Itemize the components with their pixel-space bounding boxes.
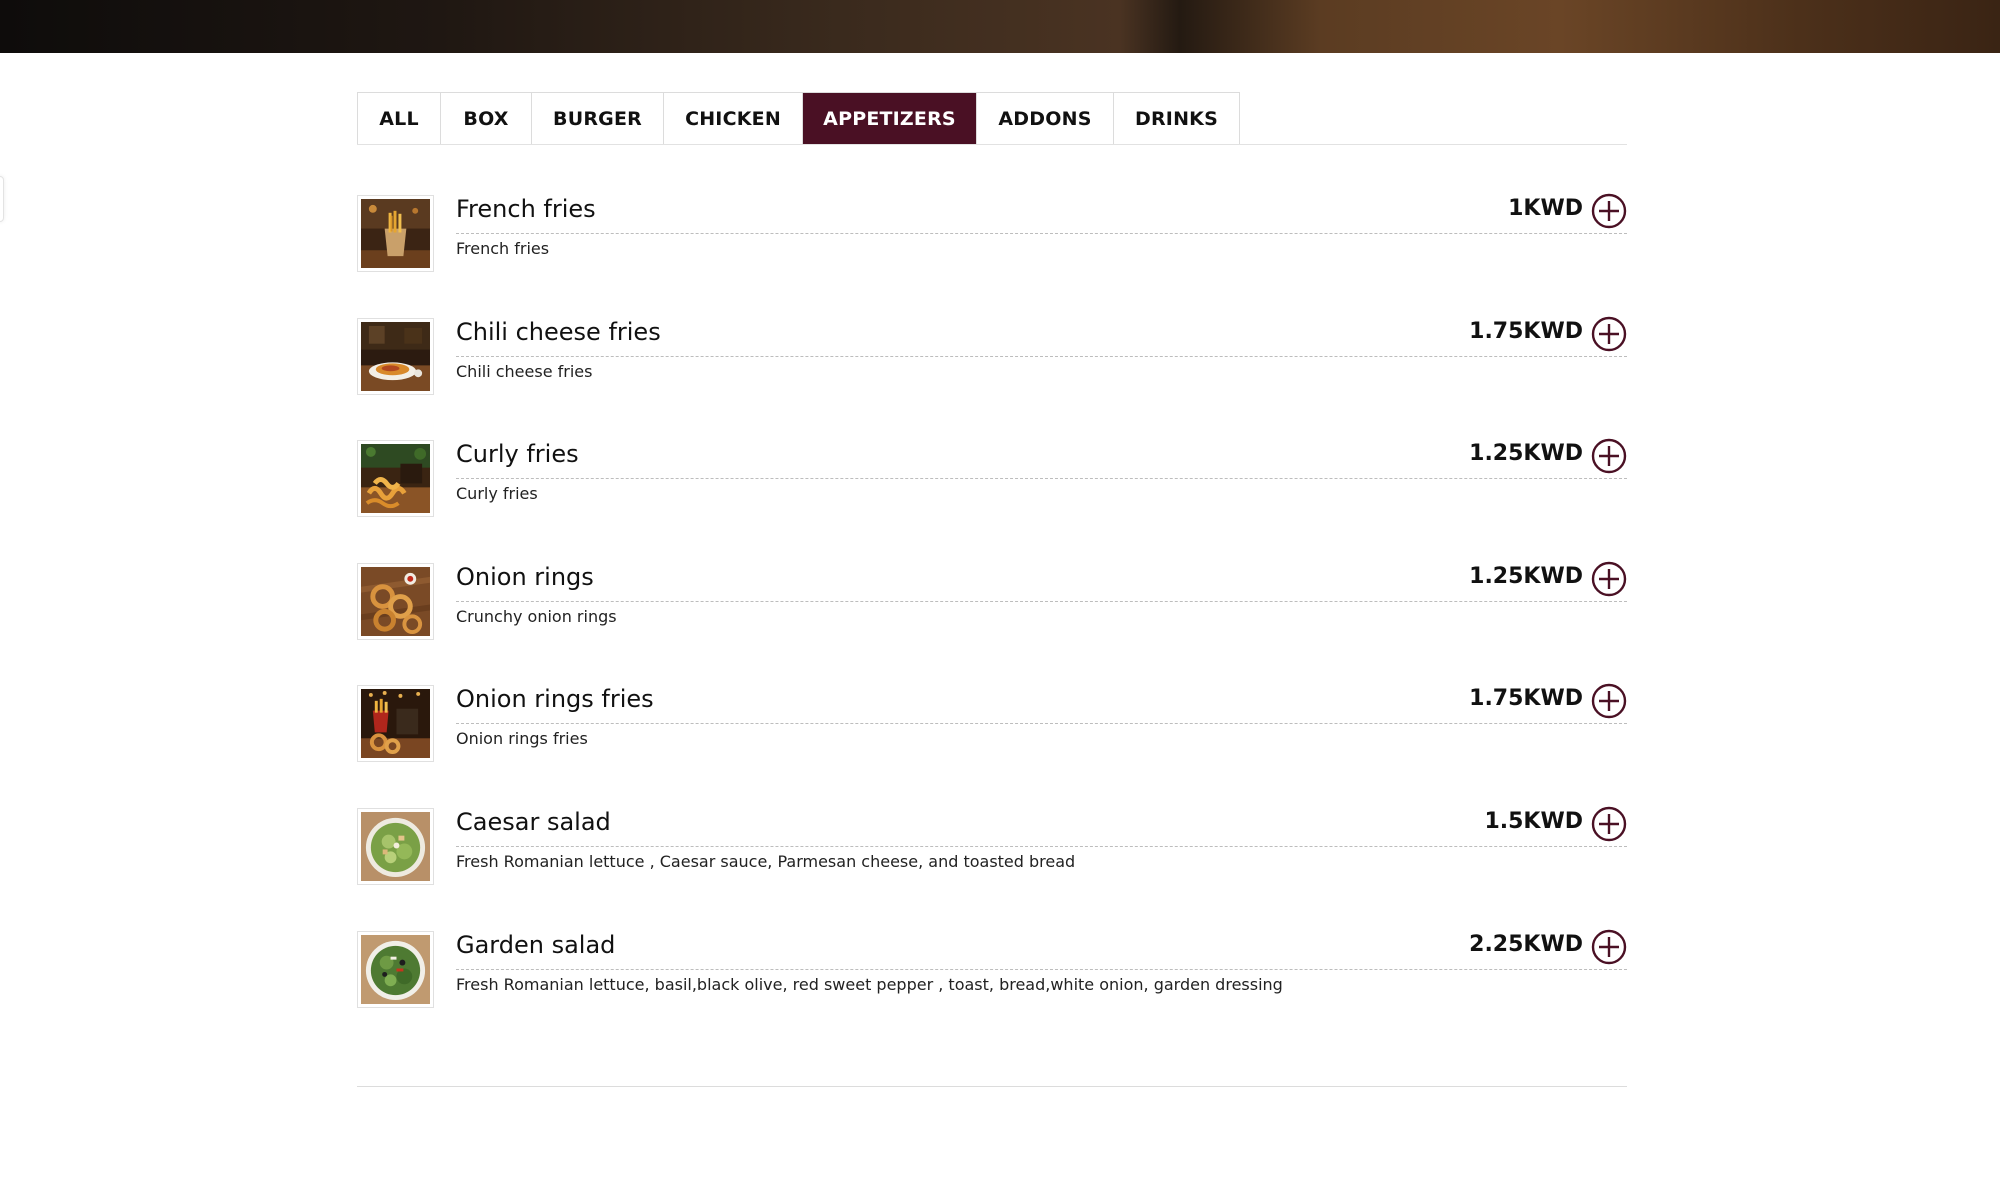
menu-item: Garden salad 2.25KWD Fresh Romanian lett… — [357, 929, 1627, 1052]
list-footer-divider — [357, 1086, 1627, 1087]
item-header: French fries 1KWD — [456, 193, 1627, 234]
item-price: 1.5KWD — [1484, 808, 1583, 834]
item-description: Fresh Romanian lettuce, basil,black oliv… — [456, 974, 1283, 994]
curly-fries-photo — [361, 444, 430, 514]
item-name: Curly fries — [456, 440, 579, 469]
tab-all[interactable]: ALL — [358, 93, 441, 144]
chili-cheese-fries-photo — [361, 321, 430, 391]
item-price: 1.75KWD — [1469, 686, 1583, 712]
tab-chicken[interactable]: CHICKEN — [664, 93, 803, 144]
add-to-cart-icon[interactable] — [1591, 316, 1627, 352]
item-name: Garden salad — [456, 930, 616, 959]
item-price: 1.25KWD — [1469, 563, 1583, 589]
item-thumbnail[interactable] — [357, 562, 434, 640]
menu-item: Onion rings 1.25KWD Crunchy onion rings — [357, 561, 1627, 684]
item-description: Fresh Romanian lettuce , Caesar sauce, P… — [456, 851, 1076, 871]
category-tabs: ALL BOX BURGER CHICKEN APPETIZERS ADDONS… — [357, 92, 1240, 145]
item-thumbnail[interactable] — [357, 195, 434, 272]
tab-drinks[interactable]: DRINKS — [1114, 93, 1240, 144]
tab-appetizers[interactable]: APPETIZERS — [803, 93, 977, 144]
item-header: Onion rings fries 1.75KWD — [456, 683, 1627, 725]
item-price: 1KWD — [1508, 196, 1583, 221]
item-name: Caesar salad — [456, 807, 611, 836]
menu-item: French fries 1KWD French fries — [357, 193, 1627, 316]
item-thumbnail[interactable] — [357, 317, 434, 395]
tab-burger[interactable]: BURGER — [532, 93, 664, 144]
onion-rings-photo — [361, 566, 430, 636]
item-description: Curly fries — [456, 484, 538, 504]
item-thumbnail[interactable] — [357, 930, 434, 1008]
add-to-cart-icon[interactable] — [1591, 929, 1627, 965]
add-to-cart-icon[interactable] — [1591, 561, 1627, 597]
add-to-cart-icon[interactable] — [1591, 806, 1627, 842]
item-price: 1.75KWD — [1469, 318, 1583, 344]
add-to-cart-icon[interactable] — [1591, 193, 1627, 229]
menu-item: Curly fries 1.25KWD Curly fries — [357, 438, 1627, 561]
onion-rings-fries-photo — [361, 689, 430, 759]
menu-item: Chili cheese fries 1.75KWD Chili cheese … — [357, 316, 1627, 439]
add-to-cart-icon[interactable] — [1591, 683, 1627, 719]
item-header: Curly fries 1.25KWD — [456, 438, 1627, 480]
item-name: Chili cheese fries — [456, 317, 661, 346]
item-thumbnail[interactable] — [357, 440, 434, 518]
item-name: Onion rings — [456, 562, 594, 591]
caesar-salad-photo — [361, 811, 430, 881]
item-header: Caesar salad 1.5KWD — [456, 806, 1627, 847]
item-price: 2.25KWD — [1469, 931, 1583, 957]
side-drawer-handle[interactable] — [0, 176, 4, 222]
item-header: Chili cheese fries 1.75KWD — [456, 316, 1627, 357]
item-header: Garden salad 2.25KWD — [456, 929, 1627, 970]
item-description: Crunchy onion rings — [456, 606, 617, 626]
tab-addons[interactable]: ADDONS — [977, 93, 1114, 144]
hero-banner — [0, 0, 2000, 53]
item-thumbnail[interactable] — [357, 807, 434, 885]
item-price: 1.25KWD — [1469, 441, 1583, 467]
fries-photo — [361, 199, 430, 268]
item-thumbnail[interactable] — [357, 685, 434, 763]
item-name: French fries — [456, 195, 596, 223]
item-description: French fries — [456, 239, 550, 258]
item-name: Onion rings fries — [456, 685, 654, 714]
garden-salad-photo — [361, 934, 430, 1004]
menu-item: Onion rings fries 1.75KWD Onion rings fr… — [357, 683, 1627, 806]
menu-list: French fries 1KWD French fries Chili che… — [357, 193, 1627, 1051]
add-to-cart-icon[interactable] — [1591, 438, 1627, 474]
item-header: Onion rings 1.25KWD — [456, 561, 1627, 602]
tab-box[interactable]: BOX — [441, 93, 532, 144]
menu-item: Caesar salad 1.5KWD Fresh Romanian lettu… — [357, 806, 1627, 929]
item-description: Chili cheese fries — [456, 361, 593, 381]
item-description: Onion rings fries — [456, 729, 588, 749]
tabs-divider — [357, 144, 1627, 145]
